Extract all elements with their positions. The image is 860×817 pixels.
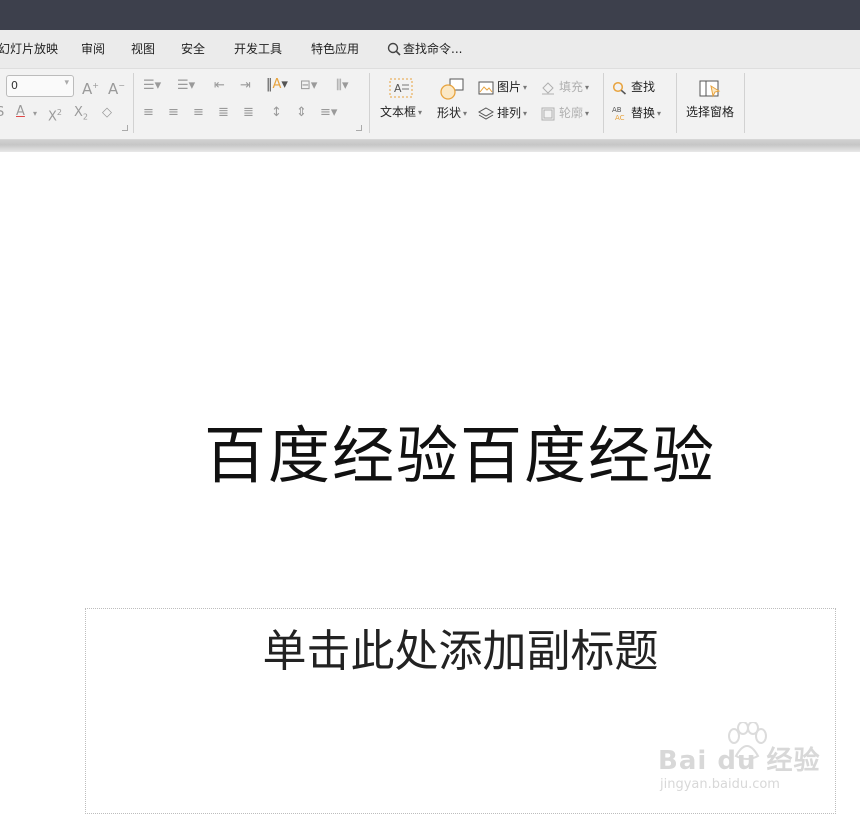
svg-text:AC: AC (615, 114, 625, 121)
menu-view[interactable]: 视图 (131, 30, 155, 68)
chevron-down-icon[interactable]: ▾ (64, 78, 69, 88)
outline-icon (541, 107, 555, 121)
find-label: 查找 (631, 80, 656, 94)
find-button[interactable]: 查找 (612, 78, 655, 96)
watermark-url: jingyan.baidu.com (660, 777, 780, 792)
outline-button[interactable]: 轮廓 ▾ (540, 104, 589, 123)
subtitle-placeholder-text: 单击此处添加副标题 (262, 626, 659, 677)
font-dialog-launcher-icon[interactable] (122, 125, 128, 131)
outline-label: 轮廓 (559, 106, 584, 120)
slide-title[interactable]: 百度经验百度经验 (140, 405, 780, 495)
shape-label: 形状 (436, 106, 461, 120)
menu-slideshow[interactable]: 幻灯片放映 (0, 30, 58, 68)
selection-pane-button[interactable]: 选择窗格 (682, 78, 738, 120)
clear-format-icon[interactable]: ◇ (102, 104, 112, 122)
picture-icon (478, 81, 494, 95)
increase-indent-icon[interactable]: ⇥ (240, 77, 251, 95)
selection-pane-icon (699, 80, 721, 98)
selection-pane-label: 选择窗格 (685, 105, 734, 119)
font-size-field[interactable]: 0 ▾ (6, 75, 74, 97)
watermark-brand: Bai du 经验 (658, 746, 821, 776)
shape-button[interactable]: 形状 ▾ (432, 77, 472, 121)
align-left-icon[interactable]: ≡ (143, 104, 154, 122)
font-size-value: 0 (11, 79, 18, 92)
replace-label: 替换 (631, 106, 656, 120)
smartart-icon[interactable]: ⫼▾ (336, 77, 349, 95)
menu-bar: 幻灯片放映 审阅 视图 安全 开发工具 特色应用 查找命令... (0, 30, 860, 69)
group-divider (676, 73, 677, 133)
chevron-down-icon: ▾ (585, 83, 590, 92)
chevron-down-icon: ▾ (463, 109, 468, 118)
command-search-label: 查找命令... (403, 42, 463, 56)
grow-font-icon[interactable]: A+ (82, 77, 99, 98)
bullet-list-icon[interactable]: ☰▾ (143, 77, 161, 95)
arrange-label: 排列 (497, 106, 522, 120)
textbox-label: 文本框 (379, 105, 416, 119)
shrink-font-icon[interactable]: A− (108, 77, 125, 98)
arrange-button[interactable]: 排列 ▾ (477, 104, 528, 123)
search-icon (612, 81, 627, 95)
group-divider (744, 73, 745, 133)
replace-button[interactable]: AB AC 替换 ▾ (612, 104, 661, 123)
search-icon (387, 42, 401, 56)
ribbon-shadow (0, 140, 860, 152)
font-color-dropdown-icon[interactable]: ▾ (33, 105, 37, 123)
font-color-icon[interactable]: A (16, 103, 25, 121)
chevron-down-icon: ▾ (657, 109, 662, 118)
svg-text:A: A (394, 82, 402, 95)
group-divider (603, 73, 604, 133)
align-text-icon[interactable]: ⊟▾ (300, 77, 317, 95)
align-right-icon[interactable]: ≡ (193, 104, 204, 122)
menu-review[interactable]: 审阅 (81, 30, 105, 68)
subscript-icon[interactable]: X2 (74, 104, 88, 127)
picture-button[interactable]: 图片 ▾ (478, 78, 527, 97)
group-divider (133, 73, 134, 133)
textbox-button[interactable]: A 文本框 ▾ (377, 77, 425, 120)
command-search[interactable]: 查找命令... (387, 30, 462, 68)
align-center-icon[interactable]: ≡ (168, 104, 179, 122)
distributed-icon[interactable]: ≣ (243, 104, 254, 122)
chevron-down-icon: ▾ (523, 83, 528, 92)
menu-developer-tools[interactable]: 开发工具 (234, 30, 282, 68)
justify-icon[interactable]: ≣ (218, 104, 229, 122)
paragraph-dialog-launcher-icon[interactable] (356, 125, 362, 131)
numbered-list-icon[interactable]: ☰▾ (177, 77, 195, 95)
line-spacing-icon[interactable]: ↕ (271, 104, 282, 122)
menu-security[interactable]: 安全 (181, 30, 205, 68)
group-divider (369, 73, 370, 133)
chevron-down-icon: ▾ (523, 109, 528, 118)
text-direction-icon[interactable]: ‖A▾ (266, 76, 288, 94)
chevron-down-icon: ▾ (418, 108, 423, 117)
baidu-watermark: Bai du 经验 jingyan.baidu.com (658, 722, 821, 802)
decrease-indent-icon[interactable]: ⇤ (214, 77, 225, 95)
ribbon-toolbar: 0 ▾ A+ A− S A ▾ X2 X2 ◇ ☰▾ ☰▾ ⇤ ⇥ ‖A▾ ⊟▾… (0, 69, 860, 140)
shapes-icon (440, 78, 464, 100)
chevron-down-icon: ▾ (585, 109, 590, 118)
svg-text:AB: AB (612, 106, 622, 114)
title-bar (0, 0, 860, 30)
menu-special-apps[interactable]: 特色应用 (311, 30, 359, 68)
fill-button[interactable]: 填充 ▾ (540, 78, 589, 97)
fill-bucket-icon (542, 82, 554, 95)
fill-label: 填充 (559, 80, 584, 94)
superscript-icon[interactable]: X2 (48, 104, 62, 126)
paragraph-spacing-icon[interactable]: ⇕ (296, 104, 307, 122)
strikethrough-icon[interactable]: S (0, 104, 4, 122)
spacing-dropdown-icon[interactable]: ≡▾ (320, 104, 337, 122)
arrange-layers-icon (477, 107, 495, 120)
picture-label: 图片 (497, 80, 522, 94)
replace-icon: ABAC (612, 106, 625, 122)
textbox-icon: A (389, 78, 413, 98)
